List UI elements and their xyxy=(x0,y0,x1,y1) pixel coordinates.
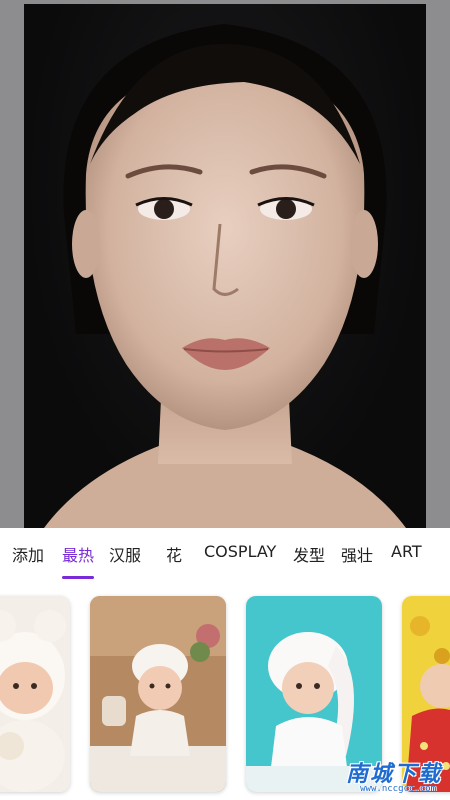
template-strip: 南城下载 www.nccgcc.com xyxy=(0,584,450,800)
tab-hairstyle[interactable]: 发型 xyxy=(293,542,325,566)
tab-flower[interactable]: 花 xyxy=(166,542,182,566)
tab-art[interactable]: ART xyxy=(391,542,422,561)
watermark: 南城下载 www.nccgcc.com xyxy=(336,756,442,796)
preview-area xyxy=(0,0,450,528)
tab-hanfu[interactable]: 汉服 xyxy=(109,542,141,566)
watermark-url: www.nccgcc.com xyxy=(360,784,436,794)
active-tab-indicator xyxy=(62,576,94,579)
portrait-illustration xyxy=(44,24,406,528)
tab-add[interactable]: 添加 xyxy=(12,542,44,566)
tab-cosplay[interactable]: COSPLAY xyxy=(204,542,276,561)
template-card[interactable] xyxy=(0,596,70,792)
tab-strong[interactable]: 强壮 xyxy=(341,542,373,566)
tab-hottest[interactable]: 最热 xyxy=(62,542,94,566)
template-card[interactable] xyxy=(90,596,226,792)
portrait-image[interactable] xyxy=(24,4,426,528)
template-thumbnail xyxy=(0,596,70,792)
template-thumbnail xyxy=(90,596,226,792)
